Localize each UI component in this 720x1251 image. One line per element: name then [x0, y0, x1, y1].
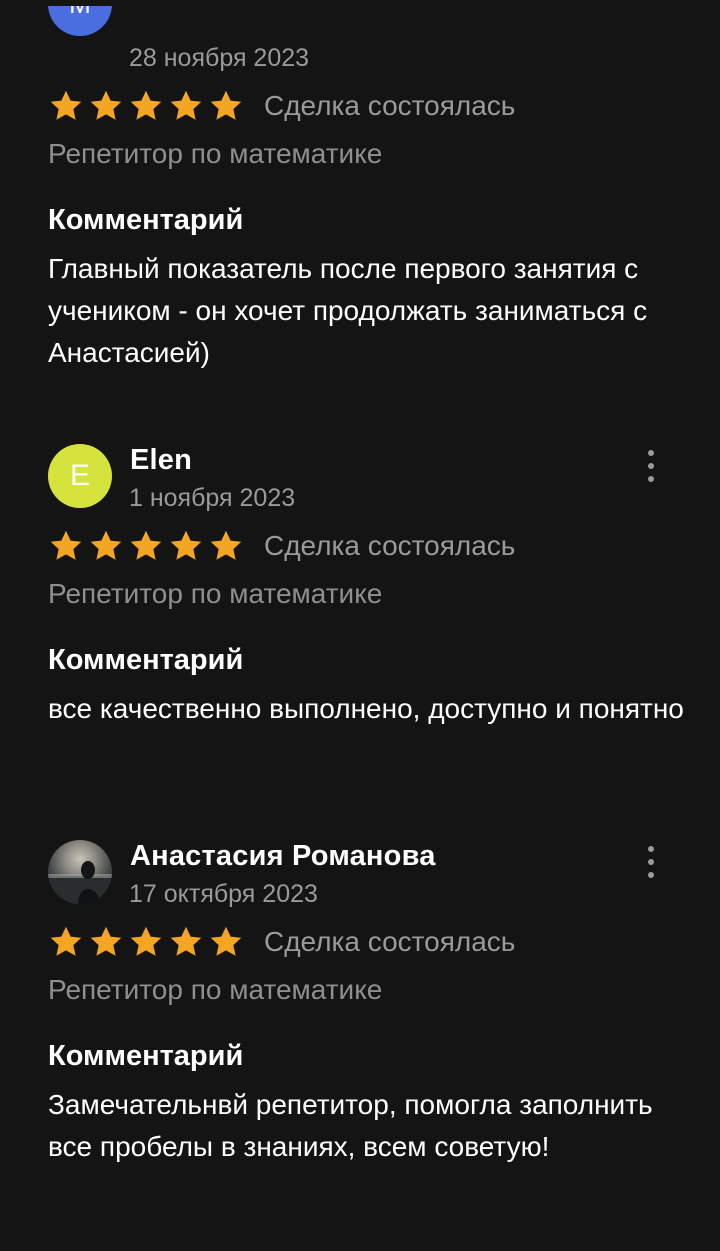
avatar[interactable]	[48, 840, 112, 904]
comment-text: Замечательнвй репетитор, помогла заполни…	[48, 1089, 653, 1162]
service-name: Репетитор по математике	[48, 578, 383, 609]
star-icon	[90, 530, 122, 560]
star-icon	[130, 90, 162, 120]
avatar-photo	[48, 861, 112, 904]
deal-status: Сделка состоялась	[264, 926, 516, 957]
star-icon	[210, 530, 242, 560]
review-card: Анастасия Романова 17 октября 2023 Сделк…	[0, 840, 720, 1162]
avatar-letter: E	[69, 459, 90, 492]
author-name[interactable]: Elen	[130, 444, 192, 477]
star-icon	[50, 926, 82, 956]
deal-status: Сделка состоялась	[264, 530, 516, 561]
review-date: 1 ноября 2023	[129, 484, 296, 512]
star-icon	[170, 530, 202, 560]
review-header: Анастасия Романова 17 октября 2023	[0, 840, 720, 912]
star-icon	[130, 926, 162, 956]
star-icon	[210, 926, 242, 956]
more-vertical-icon[interactable]	[636, 844, 666, 880]
comment-heading: Комментарий	[48, 644, 244, 676]
review-header: E Elen 1 ноября 2023	[0, 444, 720, 516]
comment-heading: Комментарий	[48, 1040, 244, 1072]
rating-row: Сделка состоялась	[48, 922, 515, 962]
star-rating	[48, 924, 244, 960]
star-icon	[50, 530, 82, 560]
star-icon	[90, 926, 122, 956]
star-icon	[170, 90, 202, 120]
author-name[interactable]: Анастасия Романова	[130, 840, 436, 873]
service-name: Репетитор по математике	[48, 138, 383, 169]
deal-status: Сделка состоялась	[264, 90, 516, 121]
more-vertical-icon[interactable]	[636, 448, 666, 484]
review-date: 17 октября 2023	[129, 880, 318, 908]
comment-heading: Комментарий	[48, 204, 244, 236]
review-card: E Elen 1 ноября 2023 Сделка состоялась Р…	[0, 444, 720, 724]
rating-row: Сделка состоялась	[48, 86, 515, 126]
reviews-feed: М 28 ноября 2023 Сделка состоялась Репет…	[0, 0, 720, 1251]
star-icon	[210, 90, 242, 120]
service-name: Репетитор по математике	[48, 974, 383, 1005]
star-rating	[48, 88, 244, 124]
comment-text: все качественно выполнено, доступно и по…	[48, 693, 684, 724]
avatar-letter: М	[69, 0, 91, 19]
avatar: М	[48, 0, 112, 36]
rating-row: Сделка состоялась	[48, 526, 515, 566]
comment-text: Главный показатель после первого занятия…	[48, 253, 648, 368]
star-icon	[90, 90, 122, 120]
star-icon	[130, 530, 162, 560]
star-icon	[50, 90, 82, 120]
star-icon	[170, 926, 202, 956]
avatar[interactable]: E	[48, 444, 112, 508]
star-rating	[48, 528, 244, 564]
review-date: 28 ноября 2023	[129, 44, 310, 72]
